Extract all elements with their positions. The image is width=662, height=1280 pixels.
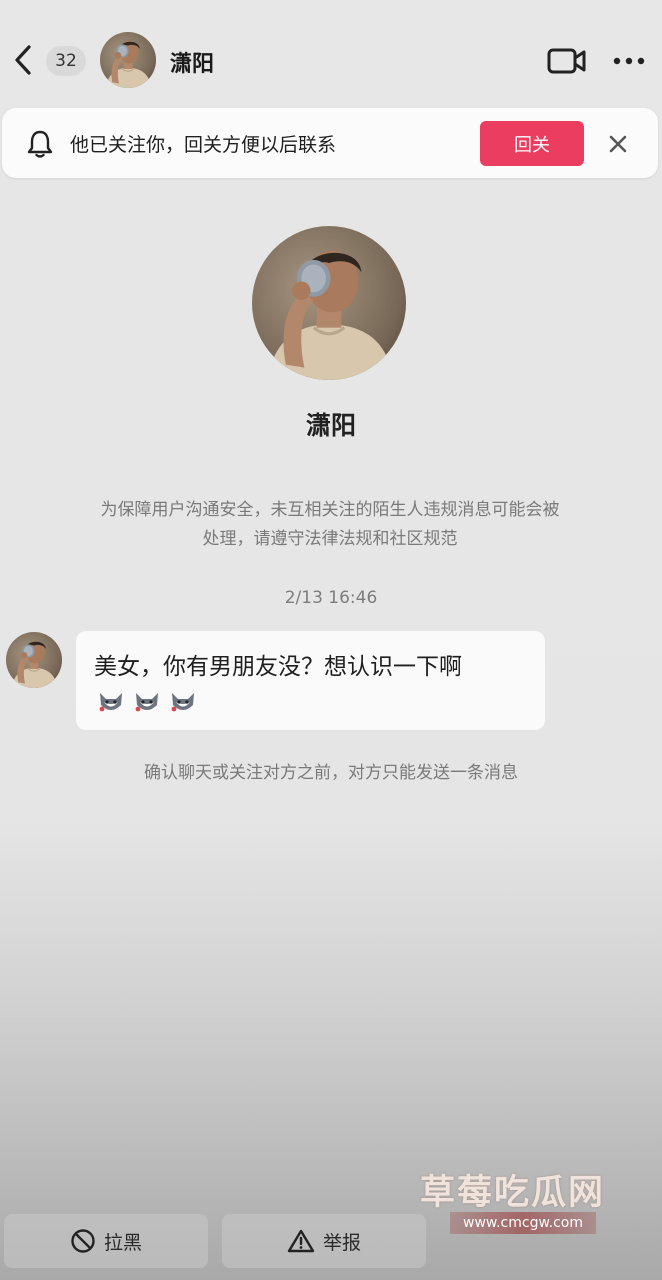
- block-icon: [71, 1229, 95, 1253]
- message-text: 美女，你有男朋友没？想认识一下啊: [94, 654, 462, 680]
- safety-notice-line: 为保障用户沟通安全，未互相关注的陌生人违规消息可能会被: [100, 500, 560, 520]
- close-icon: [609, 135, 627, 153]
- back-button[interactable]: [8, 40, 38, 80]
- block-button[interactable]: 拉黑: [4, 1214, 208, 1268]
- watermark-url: www.cmcgw.com: [450, 1212, 596, 1234]
- report-label: 举报: [322, 1231, 361, 1254]
- follow-banner-text: 他已关注你，回关方便以后联系: [70, 134, 337, 156]
- chevron-left-icon: [15, 45, 31, 75]
- more-dots-icon: [613, 57, 645, 65]
- unread-count-badge[interactable]: 32: [46, 46, 86, 76]
- warning-icon: [287, 1229, 315, 1253]
- message-emojis: [96, 687, 198, 717]
- header-avatar[interactable]: [100, 32, 156, 88]
- wolf-emoji-icon: [171, 693, 194, 712]
- safety-notice-line: 处理，请遵守法律法规和社区规范: [202, 529, 458, 549]
- top-bar: 32 潇阳: [0, 0, 662, 118]
- profile-avatar[interactable]: [252, 226, 406, 380]
- message-bubble[interactable]: 美女，你有男朋友没？想认识一下啊: [76, 631, 545, 730]
- wolf-emoji-icon: [99, 693, 122, 712]
- follow-back-button[interactable]: 回关: [480, 121, 584, 166]
- contact-name[interactable]: 潇阳: [170, 46, 214, 78]
- banner-close-button[interactable]: [600, 126, 636, 162]
- message-limit-notice: 确认聊天或关注对方之前，对方只能发送一条消息: [144, 763, 518, 783]
- block-label: 拉黑: [103, 1231, 142, 1254]
- more-options-button[interactable]: [608, 44, 650, 78]
- bell-icon: [24, 128, 56, 160]
- message-timestamp: 2/13 16:46: [284, 588, 378, 608]
- report-button[interactable]: 举报: [222, 1214, 426, 1268]
- video-camera-icon: [547, 48, 586, 74]
- video-call-button[interactable]: [546, 44, 588, 78]
- sender-avatar[interactable]: [6, 632, 62, 688]
- wolf-emoji-icon: [135, 693, 158, 712]
- follow-back-banner: 他已关注你，回关方便以后联系 回关: [2, 108, 658, 178]
- watermark-title: 草莓吃瓜网: [420, 1173, 606, 1213]
- safety-notice: 为保障用户沟通安全，未互相关注的陌生人违规消息可能会被 处理，请遵守法律法规和社…: [60, 496, 600, 554]
- profile-name: 潇阳: [305, 411, 356, 440]
